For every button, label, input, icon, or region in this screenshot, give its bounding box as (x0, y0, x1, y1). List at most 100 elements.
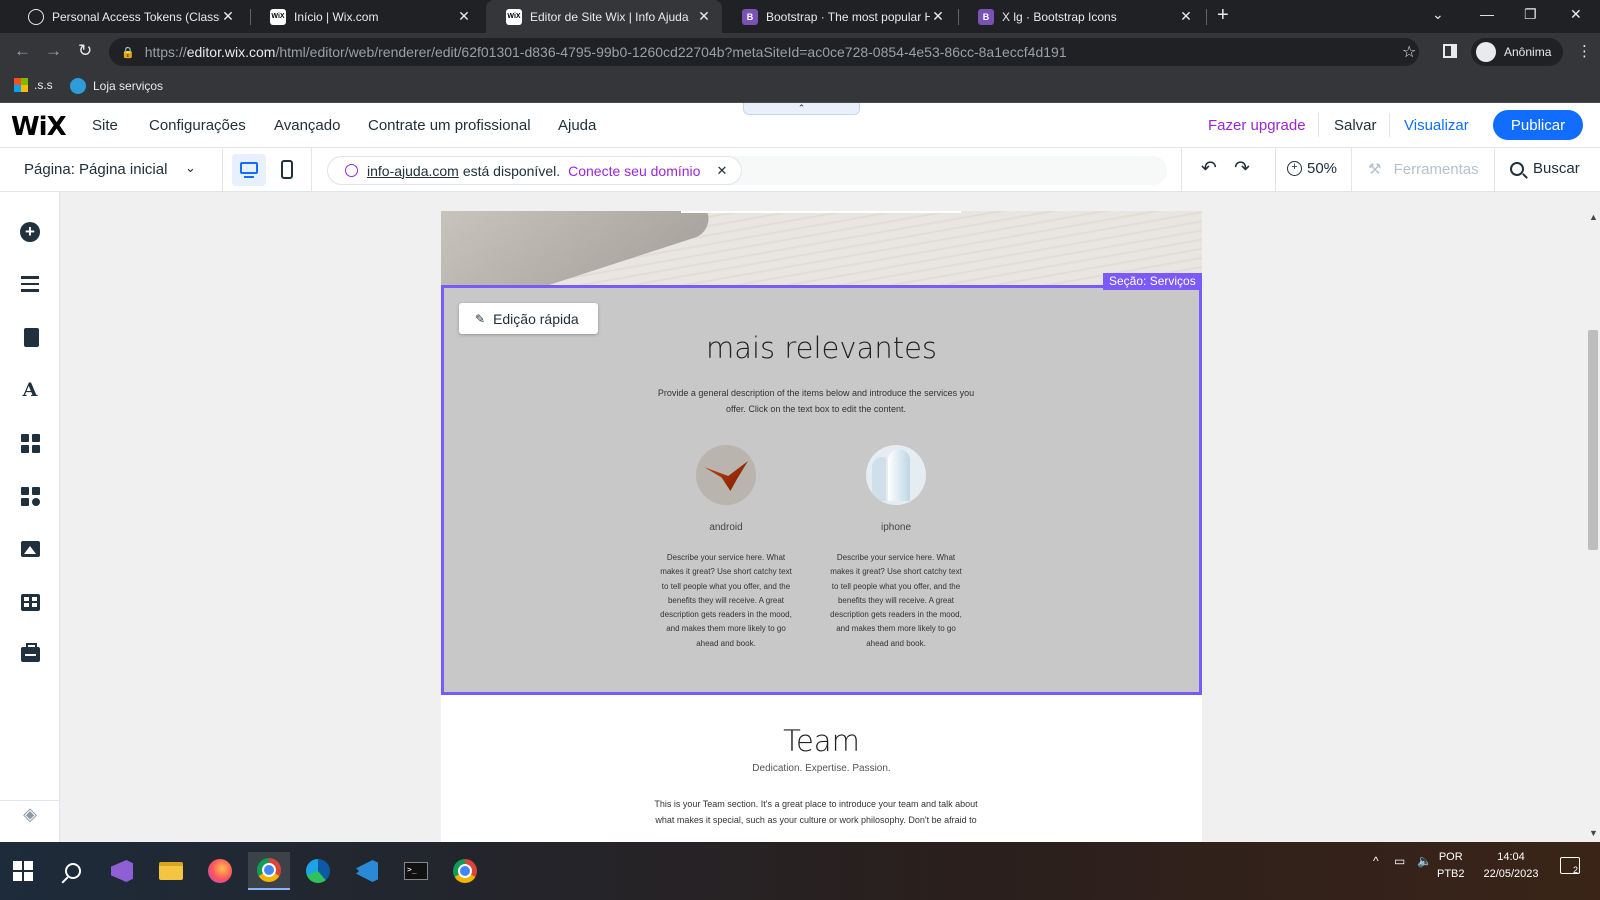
tab-github[interactable]: Personal Access Tokens (Classic) ✕ (8, 0, 246, 33)
taskbar-visual-studio[interactable] (101, 852, 143, 890)
editor-canvas[interactable]: ✎ Edição rápida mais relevantes Provide … (60, 192, 1586, 842)
taskbar-firefox[interactable] (199, 852, 241, 890)
team-description[interactable]: This is your Team section. It's a great … (651, 796, 981, 828)
forward-arrow-icon[interactable]: → (45, 41, 62, 61)
language-indicator[interactable]: POR PTB2 (1437, 849, 1465, 883)
save-button[interactable]: Salvar (1334, 117, 1377, 134)
tray-chevron-up-icon[interactable]: ^ (1373, 854, 1379, 868)
add-apps-icon[interactable] (20, 433, 40, 453)
layers-icon[interactable]: ◈ (20, 804, 40, 824)
collapse-toolbar-chevron-icon[interactable]: ⌃ (743, 103, 860, 115)
zoom-control[interactable]: + 50% (1287, 160, 1337, 177)
chrome-icon (453, 859, 477, 883)
wix-logo[interactable]: WiX (11, 112, 67, 142)
scrollbar-thumb[interactable] (1588, 330, 1598, 550)
close-icon[interactable]: ✕ (930, 8, 946, 25)
close-icon[interactable]: ✕ (1178, 8, 1194, 25)
tab-bootstrap[interactable]: B Bootstrap · The most popular HTML ✕ (722, 0, 956, 33)
divider (1318, 113, 1319, 137)
add-elements-icon[interactable]: + (20, 222, 40, 242)
scroll-down-arrow-icon[interactable]: ▼ (1589, 828, 1598, 838)
left-tool-rail: + A ◈ (0, 192, 60, 842)
tab-wix-inicio[interactable]: WiX Início | Wix.com ✕ (250, 0, 482, 33)
address-bar[interactable]: 🔒 https://editor.wix.com/html/editor/web… (109, 38, 1419, 66)
service-text[interactable]: Describe your service here. What makes i… (826, 551, 966, 651)
tab-wix-editor[interactable]: WiX Editor de Site Wix | Info Ajuda ✕ (486, 0, 722, 33)
domain-name-link[interactable]: info-ajuda.com (367, 163, 459, 179)
service-name[interactable]: iphone (821, 522, 971, 533)
taskbar-edge[interactable] (297, 852, 339, 890)
menu-contrate-profissional[interactable]: Contrate um profissional (368, 117, 531, 134)
media-icon[interactable] (20, 539, 40, 559)
tab-search-chevron-icon[interactable]: ⌄ (1432, 6, 1444, 23)
taskbar-file-explorer[interactable] (150, 852, 192, 890)
menu-site[interactable]: Site (92, 117, 118, 134)
browser-tab-strip: Personal Access Tokens (Classic) ✕ WiX I… (0, 0, 1600, 33)
kebab-menu-icon[interactable]: ⋮ (1577, 42, 1592, 60)
business-apps-icon[interactable] (20, 486, 40, 506)
close-icon[interactable]: ✕ (696, 8, 712, 25)
tools-button[interactable]: ⚒ Ferramentas (1368, 160, 1479, 178)
site-design-icon[interactable]: A (20, 379, 40, 401)
scroll-up-arrow-icon[interactable]: ▲ (1589, 212, 1598, 222)
add-section-icon[interactable] (20, 274, 40, 294)
wix-icon: WiX (506, 8, 522, 25)
minimize-icon[interactable]: — (1480, 6, 1494, 22)
new-tab-plus-icon[interactable]: + (1217, 4, 1229, 27)
team-subtitle[interactable]: Dedication. Expertise. Passion. (441, 763, 1202, 774)
close-icon[interactable]: ✕ (220, 8, 236, 25)
team-title[interactable]: Team (441, 724, 1202, 758)
bookmark-loja-servicos[interactable]: Loja serviços (70, 78, 163, 94)
mobile-view-icon[interactable] (281, 160, 293, 179)
services-description[interactable]: Provide a general description of the ite… (651, 385, 981, 417)
window-close-icon[interactable]: ✕ (1570, 6, 1582, 23)
connect-domain-link[interactable]: Conecte seu domínio (568, 163, 700, 179)
hero-image[interactable] (441, 211, 1202, 285)
network-icon[interactable]: ▭ (1394, 854, 1405, 868)
clock-date: 22/05/2023 (1483, 868, 1539, 880)
service-name[interactable]: android (651, 522, 801, 533)
canvas-scrollbar[interactable]: ▲ ▼ (1586, 192, 1600, 842)
clock[interactable]: 14:04 22/05/2023 (1479, 849, 1543, 883)
quick-edit-button[interactable]: ✎ Edição rápida (459, 303, 598, 334)
section-label[interactable]: Seção: Serviços (1103, 273, 1202, 290)
bookmark-ss[interactable]: .s.s (14, 78, 53, 92)
redo-icon[interactable]: ↷ (1234, 157, 1250, 180)
profile-button[interactable]: Anônima (1471, 38, 1564, 66)
close-icon[interactable]: ✕ (456, 8, 472, 25)
android-service-image[interactable] (696, 445, 756, 505)
taskbar-vscode[interactable] (346, 852, 388, 890)
close-icon[interactable]: ✕ (716, 163, 727, 179)
start-button[interactable] (2, 852, 44, 890)
iphone-service-image[interactable] (866, 445, 926, 505)
preview-button[interactable]: Visualizar (1404, 117, 1469, 134)
menu-ajuda[interactable]: Ajuda (558, 117, 596, 134)
portfolio-briefcase-icon[interactable] (20, 643, 40, 663)
services-title[interactable]: mais relevantes (441, 331, 1202, 365)
bookmark-star-icon[interactable]: ☆ (1402, 42, 1416, 62)
undo-icon[interactable]: ↶ (1201, 157, 1217, 180)
services-section[interactable]: ✎ Edição rápida mais relevantes Provide … (441, 285, 1202, 695)
menu-configuracoes[interactable]: Configurações (149, 117, 246, 134)
restore-icon[interactable]: ❐ (1524, 6, 1537, 23)
reload-icon[interactable]: ↻ (78, 41, 92, 61)
cms-table-icon[interactable] (20, 592, 40, 612)
taskbar-terminal[interactable]: >_ (395, 852, 437, 890)
pages-icon[interactable] (20, 327, 40, 347)
service-text[interactable]: Describe your service here. What makes i… (656, 551, 796, 651)
page-selector[interactable]: Página: Página inicial ⌄ (24, 160, 196, 178)
publish-button[interactable]: Publicar (1493, 110, 1583, 140)
taskbar-search[interactable] (52, 852, 94, 890)
notification-center-icon[interactable]: 2 (1560, 857, 1580, 875)
search-button[interactable]: Buscar (1510, 160, 1580, 177)
taskbar-chrome[interactable] (444, 852, 486, 890)
volume-muted-icon[interactable]: 🔈 (1417, 854, 1432, 868)
back-arrow-icon[interactable]: ← (14, 41, 31, 61)
menu-avancado[interactable]: Avançado (274, 117, 340, 134)
zoom-value: 50% (1307, 160, 1338, 177)
side-panel-icon[interactable] (1443, 44, 1457, 58)
desktop-view-icon[interactable] (232, 154, 266, 186)
tab-bootstrap-icons[interactable]: B X lg · Bootstrap Icons ✕ (958, 0, 1204, 33)
taskbar-chrome-active[interactable] (248, 852, 290, 890)
upgrade-link[interactable]: Fazer upgrade (1208, 117, 1306, 134)
